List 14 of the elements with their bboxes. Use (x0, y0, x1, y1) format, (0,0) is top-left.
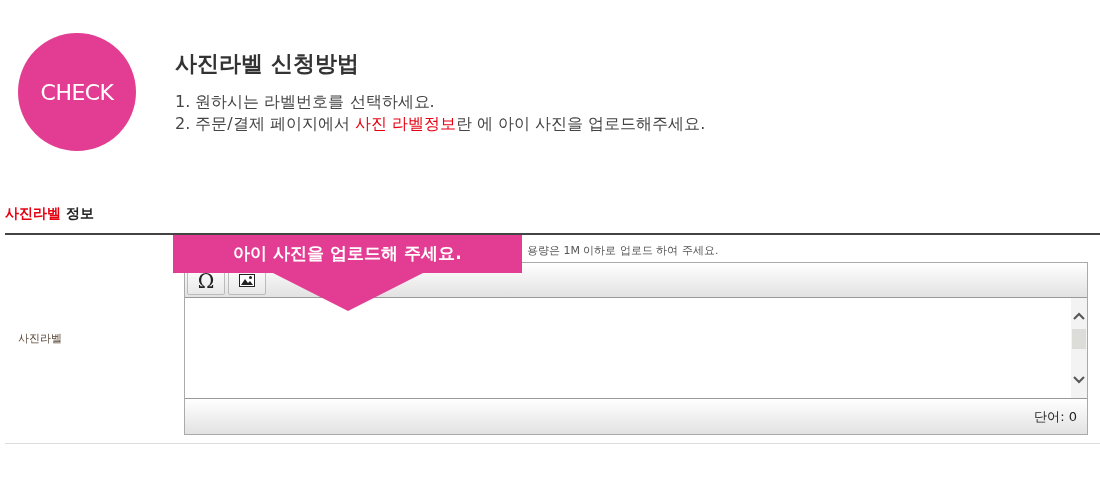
check-badge: CHECK (18, 33, 136, 151)
tooltip-text: 아이 사진을 업로드해 주세요. (233, 242, 462, 266)
guide-step: 2. 주문/결제 페이지에서 사진 라벨정보란 에 아이 사진을 업로드해주세요. (175, 113, 706, 135)
hint-text: 용량은 1M 이하로 업로드 하여 주세요. (527, 242, 719, 259)
word-count: 단어: 0 (1034, 407, 1077, 426)
scroll-down-icon[interactable] (1073, 376, 1085, 384)
scrollbar[interactable] (1071, 298, 1087, 398)
guide-title: 사진라벨 신청방법 (175, 53, 360, 75)
field-label: 사진라벨 (18, 330, 62, 347)
scroll-thumb[interactable] (1072, 329, 1086, 349)
scroll-up-icon[interactable] (1073, 312, 1085, 320)
image-icon (239, 273, 255, 287)
section-title: 사진라벨 정보 (5, 206, 95, 223)
guide-step: 1. 원하시는 라벨번호를 선택하세요. (175, 91, 706, 113)
